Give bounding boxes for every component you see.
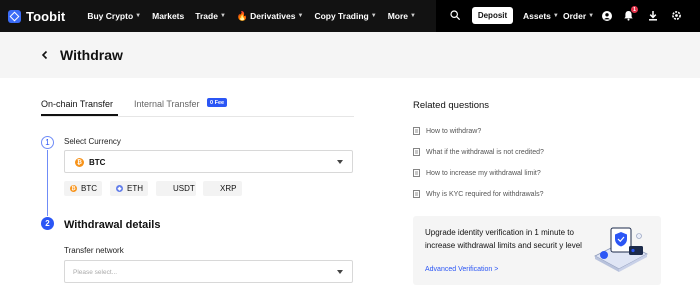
- usdt-coin-icon: [162, 185, 169, 192]
- tab-internal-transfer[interactable]: Internal Transfer: [134, 99, 200, 109]
- xrp-coin-icon: [209, 185, 216, 192]
- quick-pick-btc-label: BTC: [81, 184, 97, 193]
- related-question-link[interactable]: How to withdraw?: [413, 127, 481, 135]
- selected-currency: BTC: [89, 158, 106, 167]
- nav-copy-trading[interactable]: Copy Trading ▼: [314, 11, 376, 21]
- nav-derivatives-label: Derivatives: [250, 11, 296, 21]
- quick-pick-usdt-label: USDT: [173, 184, 195, 193]
- step-2-indicator: 2: [41, 217, 54, 230]
- nav-buy-crypto-label: Buy Crypto: [87, 11, 134, 21]
- assets-label: Assets: [523, 11, 551, 21]
- identity-verification-illustration-icon: [594, 227, 648, 272]
- step-connector-line: [47, 150, 48, 216]
- user-icon[interactable]: [602, 11, 612, 21]
- nav-trade[interactable]: Trade ▼: [195, 11, 226, 21]
- order-label: Order: [563, 11, 587, 21]
- select-currency-label: Select Currency: [64, 137, 121, 146]
- chevron-down-icon: ▼: [588, 13, 595, 19]
- brand-logo[interactable]: Toobit: [8, 9, 65, 24]
- order-menu[interactable]: Order ▼: [563, 11, 594, 21]
- chevron-down-icon: ▼: [135, 13, 142, 19]
- verification-promo-card: Upgrade identity verification in 1 minut…: [413, 216, 661, 285]
- related-question-link[interactable]: What if the withdrawal is not credited?: [413, 148, 544, 156]
- nav-buy-crypto[interactable]: Buy Crypto ▼: [87, 11, 141, 21]
- dropdown-caret-icon: [337, 160, 343, 164]
- btc-coin-icon: ₿: [75, 158, 84, 167]
- withdrawal-details-title: Withdrawal details: [64, 219, 161, 231]
- back-arrow-icon[interactable]: [40, 50, 50, 60]
- quick-pick-xrp[interactable]: XRP: [203, 181, 242, 196]
- nav-copy-trading-label: Copy Trading: [314, 11, 369, 21]
- nav-more-label: More: [387, 11, 409, 21]
- flame-icon: 🔥: [236, 10, 249, 21]
- notification-badge: 1: [631, 6, 638, 13]
- quick-pick-xrp-label: XRP: [220, 184, 237, 193]
- nav-derivatives[interactable]: 🔥 Derivatives ▼: [237, 11, 304, 22]
- toobit-logo-icon: [8, 9, 21, 23]
- chevron-down-icon: ▼: [410, 13, 416, 19]
- transfer-network-label: Transfer network: [64, 246, 124, 255]
- tab-on-chain-transfer[interactable]: On-chain Transfer: [41, 99, 113, 109]
- main-nav: Buy Crypto ▼ Markets Trade ▼ 🔥 Derivatives…: [87, 11, 427, 22]
- quick-pick-usdt[interactable]: USDT: [156, 181, 196, 196]
- btc-coin-icon: ₿: [70, 185, 77, 192]
- search-icon[interactable]: [450, 10, 460, 20]
- advanced-verification-link[interactable]: Advanced Verification >: [425, 266, 498, 273]
- deposit-button[interactable]: Deposit: [472, 7, 513, 24]
- related-question-link[interactable]: How to increase my withdrawal limit?: [413, 169, 541, 177]
- chevron-down-icon: ▼: [297, 13, 304, 19]
- zero-fee-badge: 0 Fee: [207, 98, 228, 107]
- network-placeholder: Please select...: [73, 269, 118, 276]
- document-icon: [413, 169, 420, 177]
- chevron-down-icon: ▼: [552, 13, 559, 19]
- document-icon: [413, 190, 420, 198]
- quick-pick-eth[interactable]: ◆ ETH: [110, 181, 148, 196]
- chevron-down-icon: ▼: [219, 13, 226, 19]
- top-navigation-bar: Toobit Buy Crypto ▼ Markets Trade ▼ 🔥 Deri…: [0, 0, 700, 32]
- transfer-network-select[interactable]: Please select...: [64, 260, 353, 283]
- promo-text: Upgrade identity verification in 1 minut…: [425, 228, 582, 250]
- page-title: Withdraw: [60, 47, 123, 63]
- related-questions-title: Related questions: [413, 100, 490, 111]
- nav-markets[interactable]: Markets: [152, 11, 184, 21]
- related-question-link[interactable]: Why is KYC required for withdrawals?: [413, 190, 544, 198]
- tab-divider: [41, 116, 354, 117]
- dropdown-caret-icon: [337, 270, 343, 274]
- settings-icon[interactable]: [671, 10, 682, 21]
- nav-more[interactable]: More ▼: [388, 11, 416, 21]
- related-question-text: How to increase my withdrawal limit?: [426, 169, 541, 177]
- related-question-text: How to withdraw?: [426, 127, 482, 135]
- quick-pick-btc[interactable]: ₿ BTC: [64, 181, 102, 196]
- step-1-indicator: 1: [41, 136, 54, 149]
- nav-markets-label: Markets: [152, 11, 185, 21]
- nav-trade-label: Trade: [195, 11, 218, 21]
- related-question-text: Why is KYC required for withdrawals?: [426, 190, 544, 198]
- quick-pick-eth-label: ETH: [127, 184, 143, 193]
- chevron-down-icon: ▼: [370, 13, 377, 19]
- document-icon: [413, 127, 420, 135]
- document-icon: [413, 148, 420, 156]
- download-icon[interactable]: [648, 10, 658, 21]
- currency-select[interactable]: ₿ BTC: [64, 150, 353, 173]
- nav-right-zone: Deposit Assets ▼ Order ▼ 1: [436, 0, 700, 32]
- eth-coin-icon: ◆: [116, 185, 123, 192]
- related-question-text: What if the withdrawal is not credited?: [426, 148, 544, 156]
- assets-menu[interactable]: Assets ▼: [523, 11, 559, 21]
- brand-name: Toobit: [26, 8, 66, 24]
